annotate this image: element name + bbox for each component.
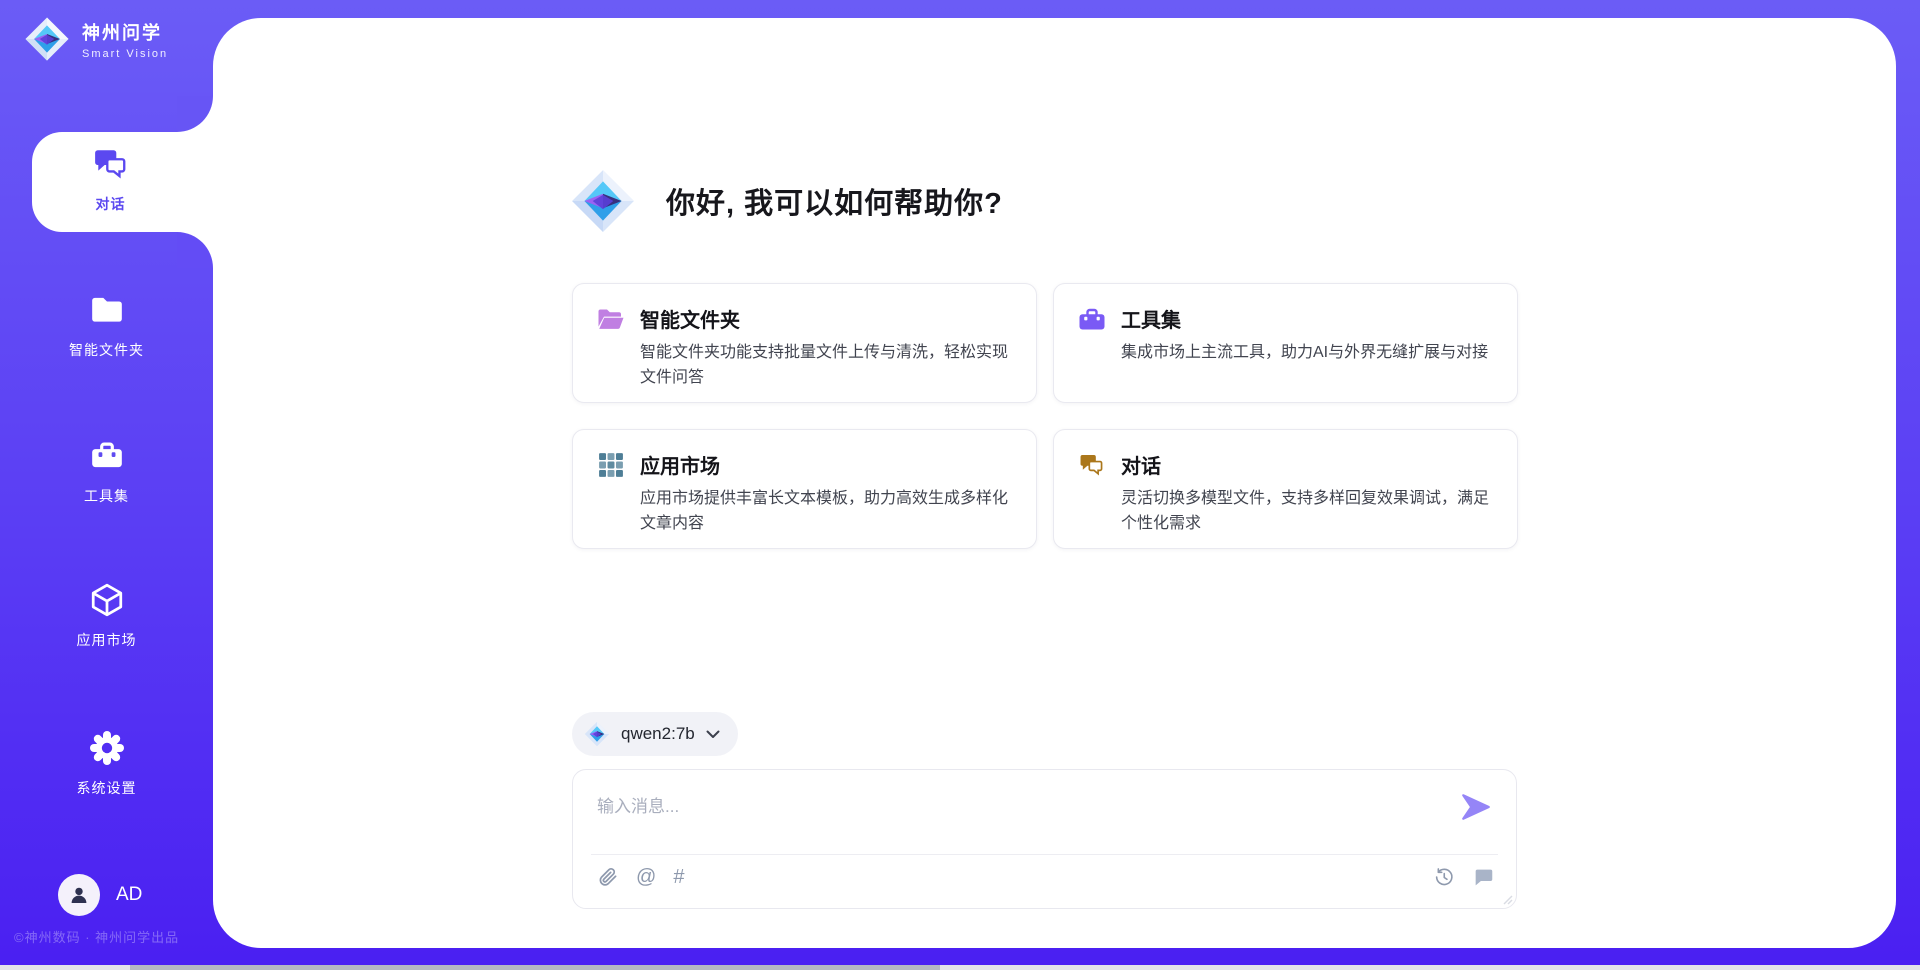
at-icon[interactable]: @ xyxy=(636,867,656,887)
message-composer: @ # xyxy=(572,769,1517,909)
sidebar-item-smart-folder[interactable]: 智能文件夹 xyxy=(0,292,213,360)
card-description: 智能文件夹功能支持批量文件上传与清洗，轻松实现文件问答 xyxy=(640,341,1012,391)
greeting-diamond-icon xyxy=(570,168,636,234)
sidebar-item-chat[interactable]: 对话 xyxy=(18,146,203,214)
avatar xyxy=(58,874,100,916)
card-description: 应用市场提供丰富长文本模板，助力高效生成多样化文章内容 xyxy=(640,487,1012,537)
scrollbar-thumb[interactable] xyxy=(130,965,940,970)
hash-icon[interactable]: # xyxy=(673,867,684,887)
history-icon[interactable] xyxy=(1433,866,1455,888)
folder-icon xyxy=(89,292,125,328)
model-diamond-icon xyxy=(584,721,610,747)
sidebar-item-label: 智能文件夹 xyxy=(0,340,213,360)
sidebar-item-label: 工具集 xyxy=(0,486,213,506)
model-selector[interactable]: qwen2:7b xyxy=(572,712,738,756)
sidebar-item-toolset[interactable]: 工具集 xyxy=(0,438,213,506)
card-title: 对话 xyxy=(1121,450,1161,479)
card-description: 集成市场上主流工具，助力AI与外界无缝扩展与对接 xyxy=(1121,341,1493,366)
sidebar-item-label: 系统设置 xyxy=(0,778,213,798)
card-smart-folder[interactable]: 智能文件夹 智能文件夹功能支持批量文件上传与清洗，轻松实现文件问答 xyxy=(572,283,1037,403)
brand-name: 神州问学 xyxy=(82,19,168,45)
brand-tagline: Smart Vision xyxy=(82,48,168,60)
brand-diamond-icon xyxy=(24,16,70,62)
chat-bubbles-icon xyxy=(93,146,129,182)
card-chat[interactable]: 对话 灵活切换多模型文件，支持多样回复效果调试，满足个性化需求 xyxy=(1053,429,1518,549)
toolbox-icon xyxy=(1078,306,1106,332)
brand: 神州问学 Smart Vision xyxy=(24,16,168,62)
paperclip-icon[interactable] xyxy=(597,866,619,888)
grid-icon xyxy=(597,452,625,478)
chat-bubbles-icon xyxy=(1078,452,1106,478)
composer-divider xyxy=(591,854,1498,855)
greeting-title: 你好, 我可以如何帮助你? xyxy=(666,180,1003,222)
send-arrow-icon[interactable] xyxy=(1460,792,1492,822)
message-input[interactable] xyxy=(597,787,1417,827)
card-title: 智能文件夹 xyxy=(640,304,740,333)
copyright-footer: ©神州数码 · 神州问学出品 xyxy=(14,927,179,946)
sidebar-item-label: 对话 xyxy=(18,194,203,214)
cube-icon xyxy=(89,582,125,618)
app-window: 神州问学 Smart Vision 对话 智能文件夹 xyxy=(0,0,1920,970)
greeting-block: 你好, 我可以如何帮助你? xyxy=(570,168,1003,234)
card-title: 应用市场 xyxy=(640,450,720,479)
sidebar-item-app-market[interactable]: 应用市场 xyxy=(0,582,213,650)
card-title: 工具集 xyxy=(1121,304,1181,333)
feature-cards: 智能文件夹 智能文件夹功能支持批量文件上传与清洗，轻松实现文件问答 工具集 集成… xyxy=(572,283,1518,549)
user-profile[interactable]: AD xyxy=(58,874,142,916)
horizontal-scrollbar[interactable] xyxy=(0,965,1920,970)
chevron-down-icon xyxy=(706,730,720,739)
toolbox-icon xyxy=(89,438,125,474)
active-tab-fillet-bottom xyxy=(177,232,213,268)
composer-toolbar: @ # xyxy=(597,866,1494,888)
sidebar-item-label: 应用市场 xyxy=(0,630,213,650)
model-name: qwen2:7b xyxy=(621,724,695,744)
gear-icon xyxy=(89,730,125,766)
resize-handle[interactable] xyxy=(1501,893,1513,905)
sidebar-item-settings[interactable]: 系统设置 xyxy=(0,730,213,798)
active-tab-fillet-top xyxy=(177,96,213,132)
card-description: 灵活切换多模型文件，支持多样回复效果调试，满足个性化需求 xyxy=(1121,487,1493,537)
chat-bubble-icon[interactable] xyxy=(1472,866,1494,888)
user-name: AD xyxy=(116,884,142,906)
user-avatar-icon xyxy=(67,883,91,907)
card-toolset[interactable]: 工具集 集成市场上主流工具，助力AI与外界无缝扩展与对接 xyxy=(1053,283,1518,403)
open-folder-icon xyxy=(597,306,625,332)
card-app-market[interactable]: 应用市场 应用市场提供丰富长文本模板，助力高效生成多样化文章内容 xyxy=(572,429,1037,549)
